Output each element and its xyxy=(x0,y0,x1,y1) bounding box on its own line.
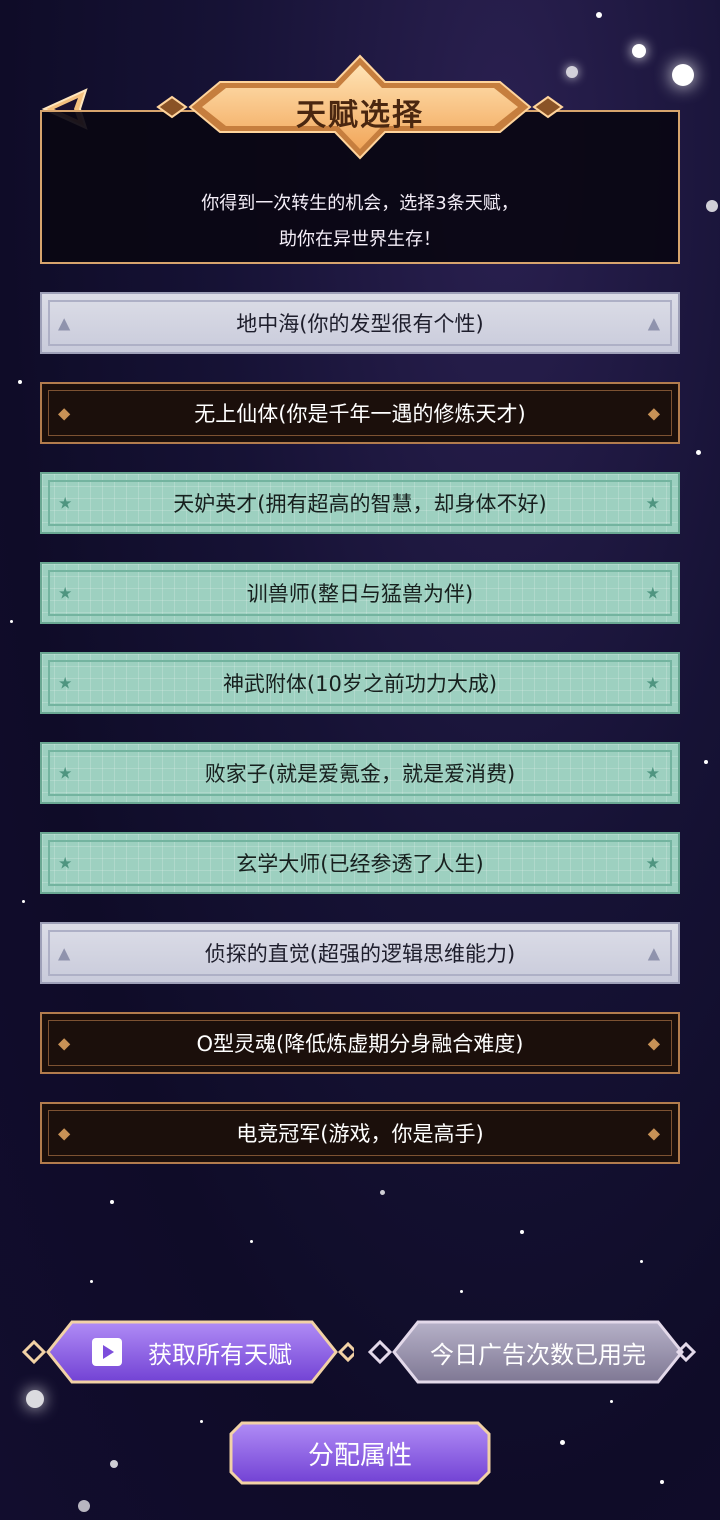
description-line-1: 你得到一次转生的机会，选择3条天赋， xyxy=(201,193,519,214)
star-icon: ★ xyxy=(58,853,73,873)
diamond-icon: ◆ xyxy=(647,1123,660,1143)
allocate-attributes-label: 分配属性 xyxy=(307,1440,412,1471)
star-icon: ★ xyxy=(58,493,73,513)
triangle-icon: ▲ xyxy=(58,943,71,963)
description-line-2: 助你在异世界生存！ xyxy=(279,229,441,250)
title-banner: 天赋选择 xyxy=(150,52,570,162)
page-title: 天赋选择 xyxy=(296,98,424,133)
star-icon: ★ xyxy=(58,583,73,603)
allocate-attributes-button[interactable]: 分配属性 xyxy=(228,1420,492,1486)
ad-limit-button[interactable]: 今日广告次数已用完 xyxy=(368,1318,700,1386)
talent-option[interactable]: ◆ ◆ 无上仙体(你是千年一遇的修炼天才) xyxy=(40,382,680,444)
talent-label: 电竞冠军(游戏，你是高手) xyxy=(236,1122,484,1146)
talent-option[interactable]: ▲ ▲ 侦探的直觉(超强的逻辑思维能力) xyxy=(40,922,680,984)
triangle-icon: ▲ xyxy=(58,313,71,333)
star-icon: ★ xyxy=(645,583,660,603)
star-icon: ★ xyxy=(645,853,660,873)
star-icon: ★ xyxy=(645,673,660,693)
diamond-icon: ◆ xyxy=(58,1123,71,1143)
star-icon: ★ xyxy=(645,763,660,783)
talent-label: 地中海(你的发型很有个性) xyxy=(236,312,484,336)
talent-label: O型灵魂(降低炼虚期分身融合难度) xyxy=(196,1032,524,1056)
triangle-icon: ▲ xyxy=(647,943,660,963)
talent-option[interactable]: ★ ★ 天妒英才(拥有超高的智慧，却身体不好) xyxy=(40,472,680,534)
talent-option[interactable]: ★ ★ 玄学大师(已经参透了人生) xyxy=(40,832,680,894)
diamond-icon: ◆ xyxy=(58,403,71,423)
star-icon: ★ xyxy=(645,493,660,513)
talent-option[interactable]: ★ ★ 败家子(就是爱氪金，就是爱消费) xyxy=(40,742,680,804)
triangle-icon: ▲ xyxy=(647,313,660,333)
ad-limit-label: 今日广告次数已用完 xyxy=(430,1340,646,1369)
star-icon: ★ xyxy=(58,763,73,783)
talent-option[interactable]: ★ ★ 训兽师(整日与猛兽为伴) xyxy=(40,562,680,624)
talent-label: 训兽师(整日与猛兽为伴) xyxy=(246,582,474,606)
intro-description: 你得到一次转生的机会，选择3条天赋， 助你在异世界生存！ xyxy=(42,186,678,258)
talent-option[interactable]: ◆ ◆ O型灵魂(降低炼虚期分身融合难度) xyxy=(40,1012,680,1074)
diamond-icon: ◆ xyxy=(58,1033,71,1053)
get-all-talents-button[interactable]: 获取所有天赋 xyxy=(22,1318,354,1386)
talent-option[interactable]: ◆ ◆ 电竞冠军(游戏，你是高手) xyxy=(40,1102,680,1164)
get-all-talents-label: 获取所有天赋 xyxy=(148,1340,292,1369)
diamond-icon: ◆ xyxy=(647,403,660,423)
talent-label: 无上仙体(你是千年一遇的修炼天才) xyxy=(194,402,526,426)
talent-option[interactable]: ▲ ▲ 地中海(你的发型很有个性) xyxy=(40,292,680,354)
talent-label: 侦探的直觉(超强的逻辑思维能力) xyxy=(204,942,516,966)
star-icon: ★ xyxy=(58,673,73,693)
talent-label: 天妒英才(拥有超高的智慧，却身体不好) xyxy=(173,492,547,516)
talent-label: 神武附体(10岁之前功力大成) xyxy=(222,672,498,696)
talent-label: 败家子(就是爱氪金，就是爱消费) xyxy=(204,762,516,786)
video-ad-icon xyxy=(92,1338,122,1366)
talent-option[interactable]: ★ ★ 神武附体(10岁之前功力大成) xyxy=(40,652,680,714)
diamond-icon: ◆ xyxy=(647,1033,660,1053)
talent-label: 玄学大师(已经参透了人生) xyxy=(236,852,484,876)
